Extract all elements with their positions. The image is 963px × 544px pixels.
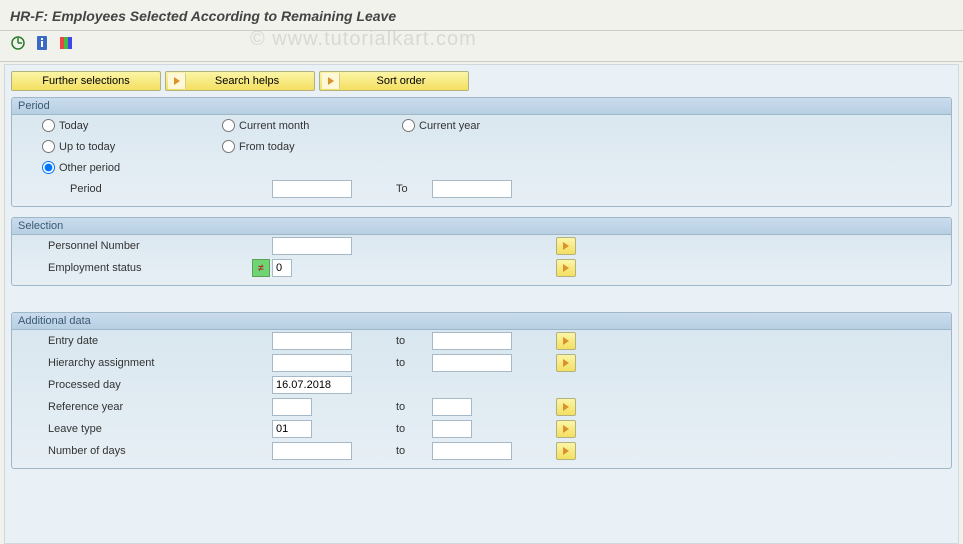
arrow-right-icon <box>561 446 571 456</box>
to-label: to <box>372 357 432 369</box>
content-area: Further selections Search helps Sort ord… <box>4 64 959 544</box>
hierarchy-label: Hierarchy assignment <box>42 357 242 369</box>
hierarchy-multi-button[interactable] <box>556 354 576 372</box>
radio-up-to-today-input[interactable] <box>42 140 55 153</box>
search-helps-button[interactable]: Search helps <box>165 71 315 91</box>
toolbar <box>0 33 963 57</box>
to-label: to <box>372 335 432 347</box>
sort-order-label: Sort order <box>342 75 460 87</box>
leave-type-multi-button[interactable] <box>556 420 576 438</box>
header: HR-F: Employees Selected According to Re… <box>0 0 963 26</box>
not-equal-icon[interactable]: ≠ <box>252 259 270 277</box>
reference-year-label: Reference year <box>42 401 242 413</box>
entry-date-multi-button[interactable] <box>556 332 576 350</box>
entry-date-label: Entry date <box>42 335 242 347</box>
radio-current-year[interactable]: Current year <box>402 119 582 132</box>
arrow-right-icon <box>561 336 571 346</box>
arrow-right-icon <box>561 241 571 251</box>
radio-other-period-label: Other period <box>59 162 120 174</box>
radio-current-year-input[interactable] <box>402 119 415 132</box>
radio-from-today-label: From today <box>239 141 295 153</box>
radio-other-period-input[interactable] <box>42 161 55 174</box>
employment-status-label: Employment status <box>42 262 242 274</box>
number-of-days-multi-button[interactable] <box>556 442 576 460</box>
personnel-number-input[interactable] <box>272 237 352 255</box>
period-groupbox: Period Today Current month Current year … <box>11 97 952 207</box>
additional-data-groupbox: Additional data Entry date to Hierarchy … <box>11 312 952 469</box>
to-label: to <box>372 445 432 457</box>
radio-current-month-input[interactable] <box>222 119 235 132</box>
radio-today-label: Today <box>59 120 88 132</box>
spacer <box>11 296 952 312</box>
personnel-number-label: Personnel Number <box>42 240 242 252</box>
leave-type-from-input[interactable] <box>272 420 312 438</box>
period-from-input[interactable] <box>272 180 352 198</box>
leave-type-to-input[interactable] <box>432 420 472 438</box>
hierarchy-to-input[interactable] <box>432 354 512 372</box>
employment-status-multi-button[interactable] <box>556 259 576 277</box>
execute-icon[interactable] <box>10 35 26 51</box>
employment-status-input[interactable] <box>272 259 292 277</box>
number-of-days-to-input[interactable] <box>432 442 512 460</box>
selection-title: Selection <box>12 218 951 235</box>
radio-up-to-today[interactable]: Up to today <box>42 140 222 153</box>
divider <box>0 30 963 31</box>
radio-today-input[interactable] <box>42 119 55 132</box>
leave-type-label: Leave type <box>42 423 242 435</box>
entry-date-to-input[interactable] <box>432 332 512 350</box>
processed-day-input[interactable] <box>272 376 352 394</box>
radio-from-today[interactable]: From today <box>222 140 402 153</box>
radio-current-year-label: Current year <box>419 120 480 132</box>
arrow-right-icon <box>322 73 340 89</box>
period-to-input[interactable] <box>432 180 512 198</box>
entry-date-from-input[interactable] <box>272 332 352 350</box>
divider <box>0 61 963 62</box>
radio-other-period[interactable]: Other period <box>42 161 222 174</box>
arrow-right-icon <box>561 263 571 273</box>
arrow-right-icon <box>168 73 186 89</box>
sort-order-button[interactable]: Sort order <box>319 71 469 91</box>
additional-data-title: Additional data <box>12 313 951 330</box>
hierarchy-from-input[interactable] <box>272 354 352 372</box>
arrow-right-icon <box>561 424 571 434</box>
period-to-label: To <box>372 183 432 195</box>
to-label: to <box>372 423 432 435</box>
number-of-days-label: Number of days <box>42 445 242 457</box>
search-helps-label: Search helps <box>188 75 306 87</box>
personnel-number-multi-button[interactable] <box>556 237 576 255</box>
number-of-days-from-input[interactable] <box>272 442 352 460</box>
reference-year-multi-button[interactable] <box>556 398 576 416</box>
radio-up-to-today-label: Up to today <box>59 141 115 153</box>
processed-day-label: Processed day <box>42 379 242 391</box>
rainbow-icon[interactable] <box>58 35 74 51</box>
arrow-right-icon <box>561 358 571 368</box>
arrow-right-icon <box>561 402 571 412</box>
reference-year-from-input[interactable] <box>272 398 312 416</box>
selection-groupbox: Selection Personnel Number Employment st… <box>11 217 952 286</box>
period-title: Period <box>12 98 951 115</box>
radio-from-today-input[interactable] <box>222 140 235 153</box>
radio-current-month[interactable]: Current month <box>222 119 402 132</box>
button-row: Further selections Search helps Sort ord… <box>11 71 952 91</box>
radio-today[interactable]: Today <box>42 119 222 132</box>
radio-current-month-label: Current month <box>239 120 309 132</box>
reference-year-to-input[interactable] <box>432 398 472 416</box>
further-selections-button[interactable]: Further selections <box>11 71 161 91</box>
to-label: to <box>372 401 432 413</box>
page-title: HR-F: Employees Selected According to Re… <box>10 8 953 24</box>
period-from-label: Period <box>42 183 242 195</box>
info-icon[interactable] <box>34 35 50 51</box>
